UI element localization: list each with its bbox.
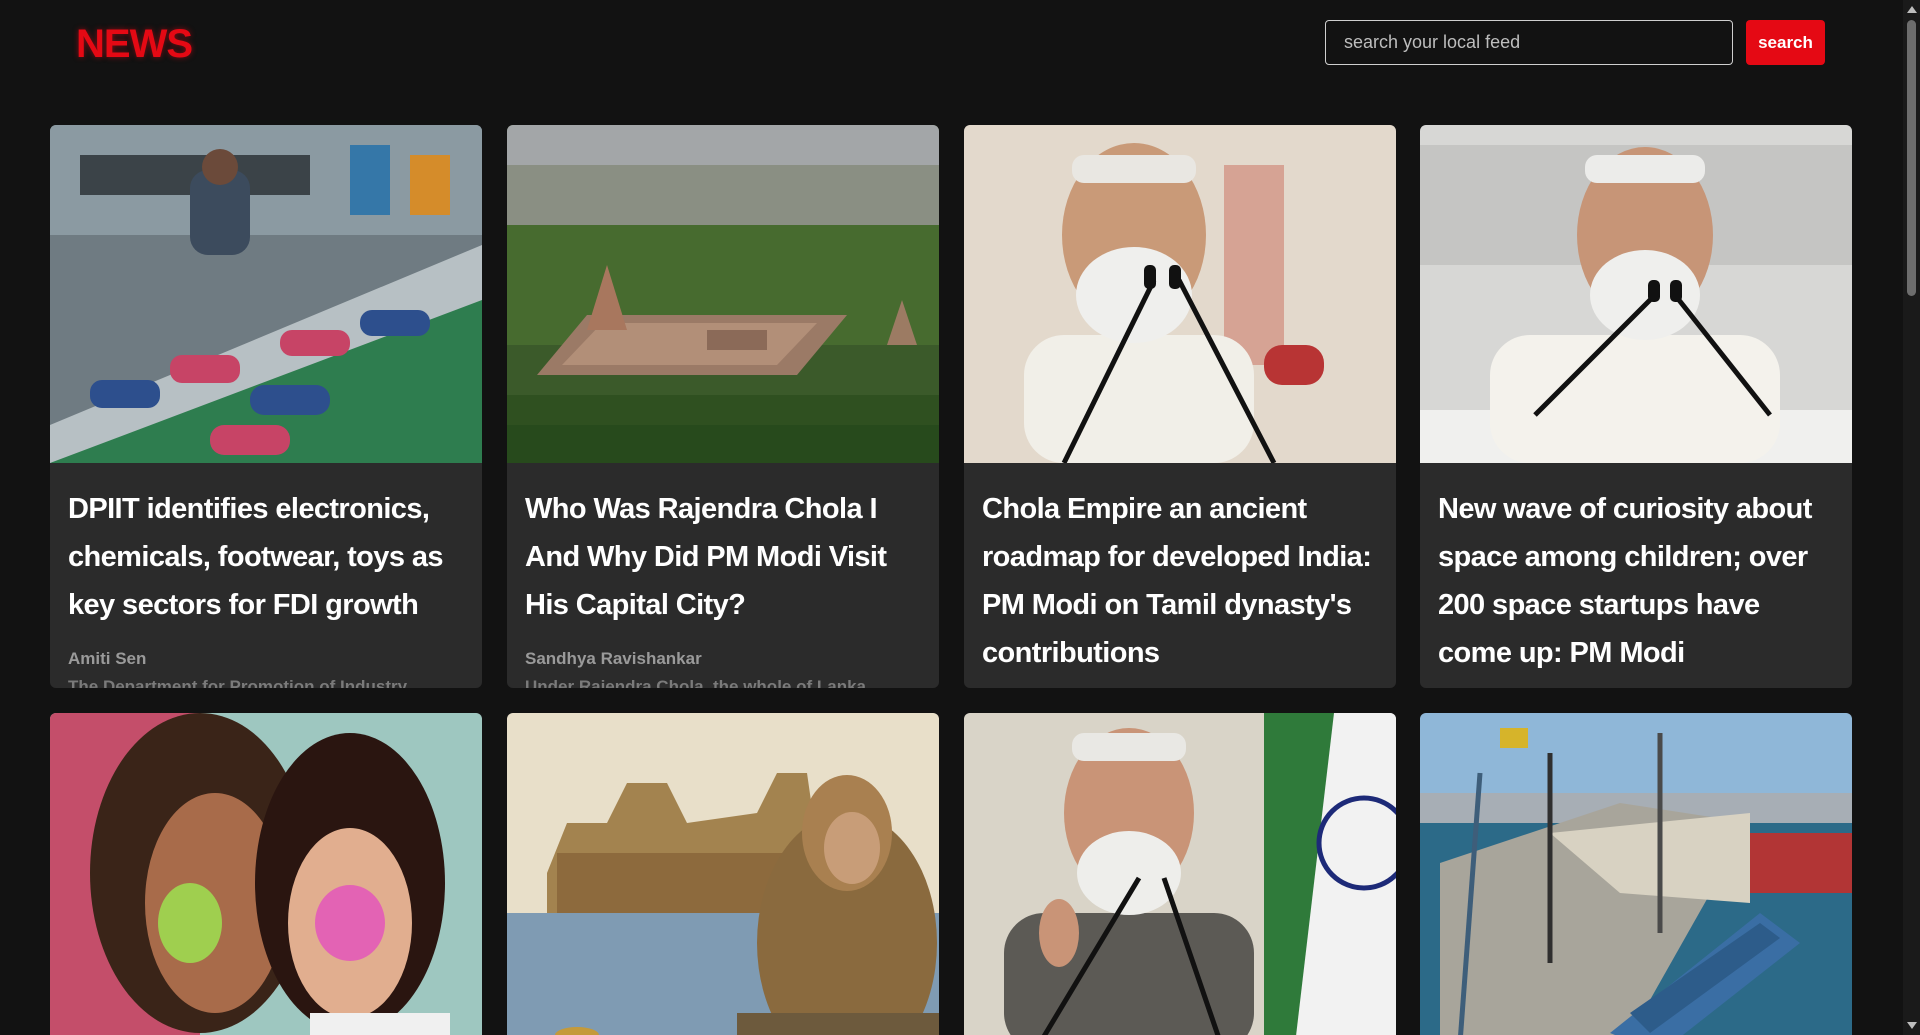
- news-card[interactable]: [964, 713, 1396, 1035]
- temple-aerial-photo: [507, 125, 939, 463]
- news-card-image[interactable]: [964, 125, 1396, 463]
- port-photo: [1420, 713, 1852, 1035]
- film-poster-photo: [50, 713, 482, 1035]
- scroll-thumb[interactable]: [1907, 20, 1916, 296]
- speaker-flag-photo: [964, 713, 1396, 1035]
- scrollbar[interactable]: [1903, 0, 1920, 1035]
- news-card-title[interactable]: New wave of curiosity about space among …: [1438, 485, 1834, 677]
- news-card-image[interactable]: [50, 713, 482, 1035]
- news-card-image[interactable]: [1420, 125, 1852, 463]
- news-card-image[interactable]: [507, 713, 939, 1035]
- news-card-image[interactable]: [507, 125, 939, 463]
- search-button[interactable]: search: [1746, 20, 1825, 65]
- news-card[interactable]: [1420, 713, 1852, 1035]
- riverbank-painting: [507, 713, 939, 1035]
- search-input[interactable]: [1325, 20, 1733, 65]
- news-card[interactable]: DPIIT identifies electronics, chemicals,…: [50, 125, 482, 688]
- news-card-image[interactable]: [964, 713, 1396, 1035]
- news-card-body: Chola Empire an ancient roadmap for deve…: [964, 463, 1396, 688]
- speaker-photo: [964, 125, 1396, 463]
- news-card[interactable]: Who Was Rajendra Chola I And Why Did PM …: [507, 125, 939, 688]
- header: NEWS search: [0, 0, 1900, 90]
- speaker-podium-photo: [1420, 125, 1852, 463]
- logo[interactable]: NEWS: [76, 22, 193, 67]
- news-card[interactable]: New wave of curiosity about space among …: [1420, 125, 1852, 688]
- news-card-author: Amiti Sen: [68, 649, 147, 668]
- news-card[interactable]: [50, 713, 482, 1035]
- news-card-image[interactable]: [50, 125, 482, 463]
- news-card-body: DPIIT identifies electronics, chemicals,…: [50, 463, 482, 688]
- news-card-title[interactable]: Chola Empire an ancient roadmap for deve…: [982, 485, 1378, 677]
- news-card[interactable]: Chola Empire an ancient roadmap for deve…: [964, 125, 1396, 688]
- factory-photo: [50, 125, 482, 463]
- news-card-snippet: The Department for Promotion of Industry…: [68, 677, 420, 688]
- news-card-author: Sandhya Ravishankar: [525, 649, 702, 668]
- news-page: NEWS search your local feed search DPIIT…: [0, 0, 1920, 1035]
- news-card-body: New wave of curiosity about space among …: [1420, 463, 1852, 688]
- scroll-up-icon[interactable]: [1907, 6, 1917, 13]
- news-card[interactable]: [507, 713, 939, 1035]
- news-card-image[interactable]: [1420, 713, 1852, 1035]
- news-card-snippet: Under Rajendra Chola, the whole of Lanka…: [525, 677, 881, 688]
- news-card-title[interactable]: DPIIT identifies electronics, chemicals,…: [68, 485, 464, 629]
- news-card-body: Who Was Rajendra Chola I And Why Did PM …: [507, 463, 939, 688]
- scroll-down-icon[interactable]: [1907, 1022, 1917, 1029]
- news-card-title[interactable]: Who Was Rajendra Chola I And Why Did PM …: [525, 485, 921, 629]
